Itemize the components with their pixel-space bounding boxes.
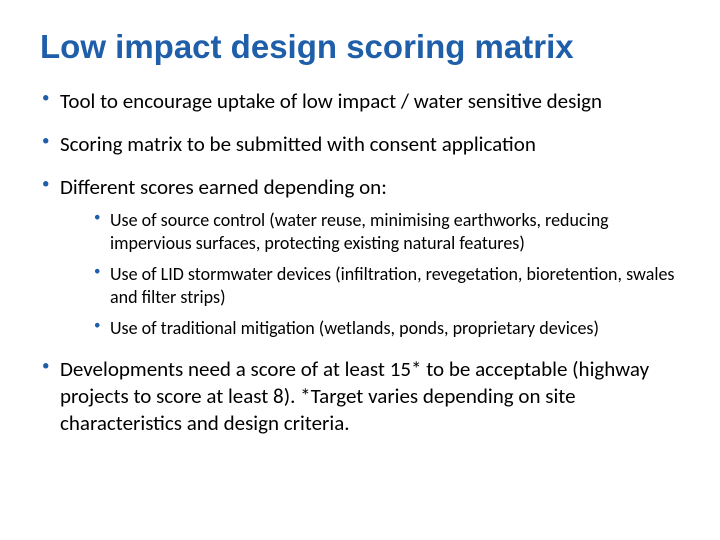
sub-bullet-text: Use of traditional mitigation (wetlands,… [110,317,599,339]
bullet-text: Different scores earned depending on: [60,174,387,200]
bullet-text: Tool to encourage uptake of low impact /… [60,88,602,114]
bullet-text: Developments need a score of at least 15… [60,356,649,436]
bullet-item: Tool to encourage uptake of low impact /… [40,88,680,115]
sub-bullet-item: Use of source control (water reuse, mini… [94,209,680,255]
bullet-text: Scoring matrix to be submitted with cons… [60,131,536,157]
bullet-item: Different scores earned depending on: Us… [40,174,680,340]
sub-bullet-item: Use of LID stormwater devices (infiltrat… [94,263,680,309]
sub-bullet-item: Use of traditional mitigation (wetlands,… [94,317,680,340]
bullet-list: Tool to encourage uptake of low impact /… [40,88,680,436]
bullet-item: Scoring matrix to be submitted with cons… [40,131,680,158]
sub-bullet-list: Use of source control (water reuse, mini… [60,209,680,340]
sub-bullet-text: Use of LID stormwater devices (infiltrat… [110,263,674,308]
sub-bullet-text: Use of source control (water reuse, mini… [110,209,609,254]
slide: Low impact design scoring matrix Tool to… [0,0,720,540]
slide-title: Low impact design scoring matrix [40,28,680,66]
bullet-item: Developments need a score of at least 15… [40,356,680,437]
